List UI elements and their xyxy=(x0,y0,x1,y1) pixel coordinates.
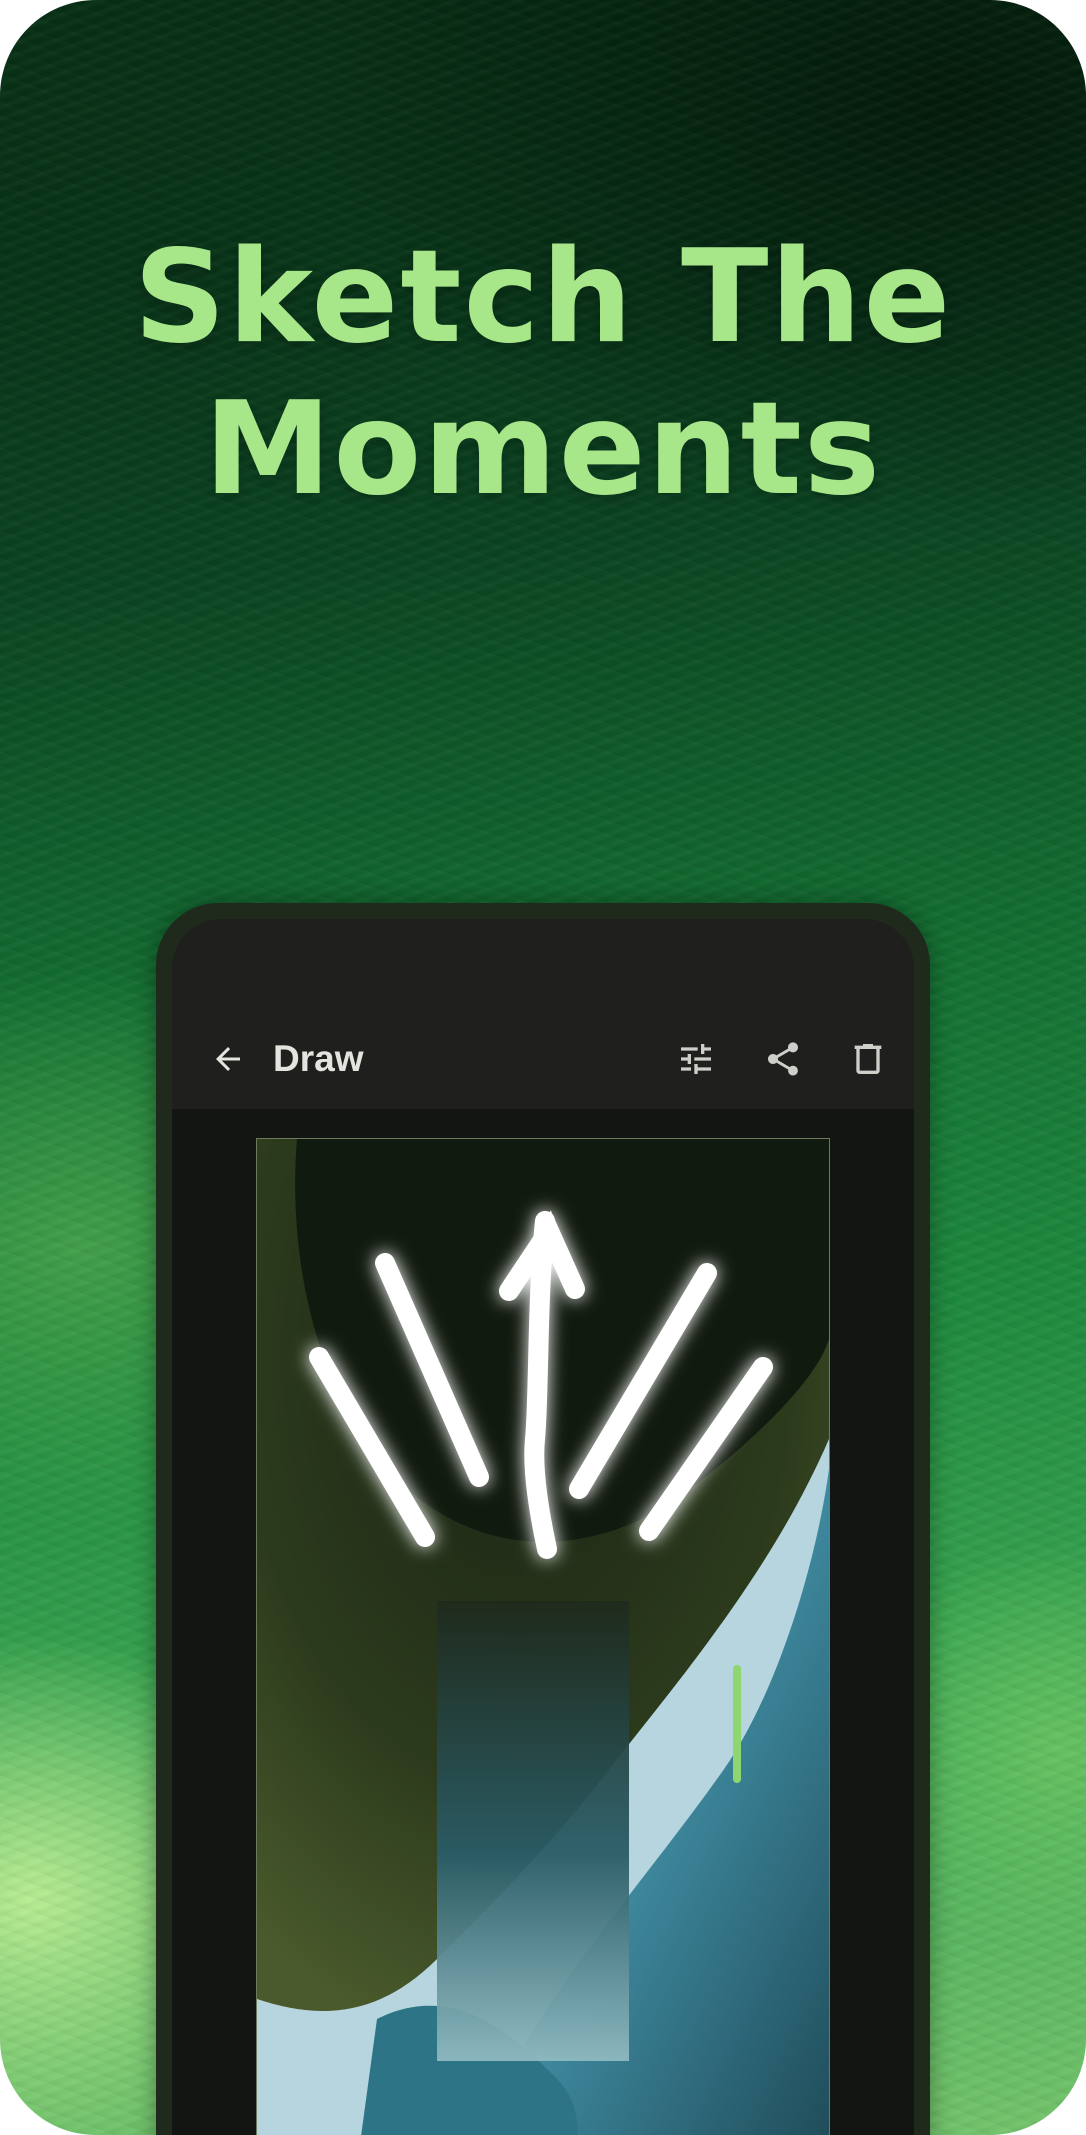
headline-line-1: Sketch The xyxy=(133,223,953,372)
app-bar-title: Draw xyxy=(273,1038,364,1079)
back-button[interactable] xyxy=(206,1037,250,1081)
share-icon xyxy=(768,1042,798,1076)
drawing-area xyxy=(172,1109,914,2135)
headline-line-2: Moments xyxy=(204,375,882,524)
app-bar: Draw xyxy=(172,1009,914,1109)
scroll-handle[interactable] xyxy=(733,1665,741,1783)
delete-icon xyxy=(854,1044,882,1074)
arrow-back-icon xyxy=(216,1047,240,1071)
drawing-canvas[interactable] xyxy=(256,1138,830,2135)
status-bar xyxy=(172,919,914,1009)
tune-icon xyxy=(681,1044,711,1074)
promo-background: Sketch The Moments Draw xyxy=(0,0,1086,2135)
share-button[interactable] xyxy=(761,1037,805,1081)
delete-button[interactable] xyxy=(846,1037,890,1081)
canvas-artwork xyxy=(257,1139,829,2135)
headline: Sketch The Moments xyxy=(0,222,1086,526)
phone-screen: Draw xyxy=(172,919,914,2135)
adjust-button[interactable] xyxy=(674,1037,718,1081)
phone-mockup: Draw xyxy=(156,903,930,2135)
